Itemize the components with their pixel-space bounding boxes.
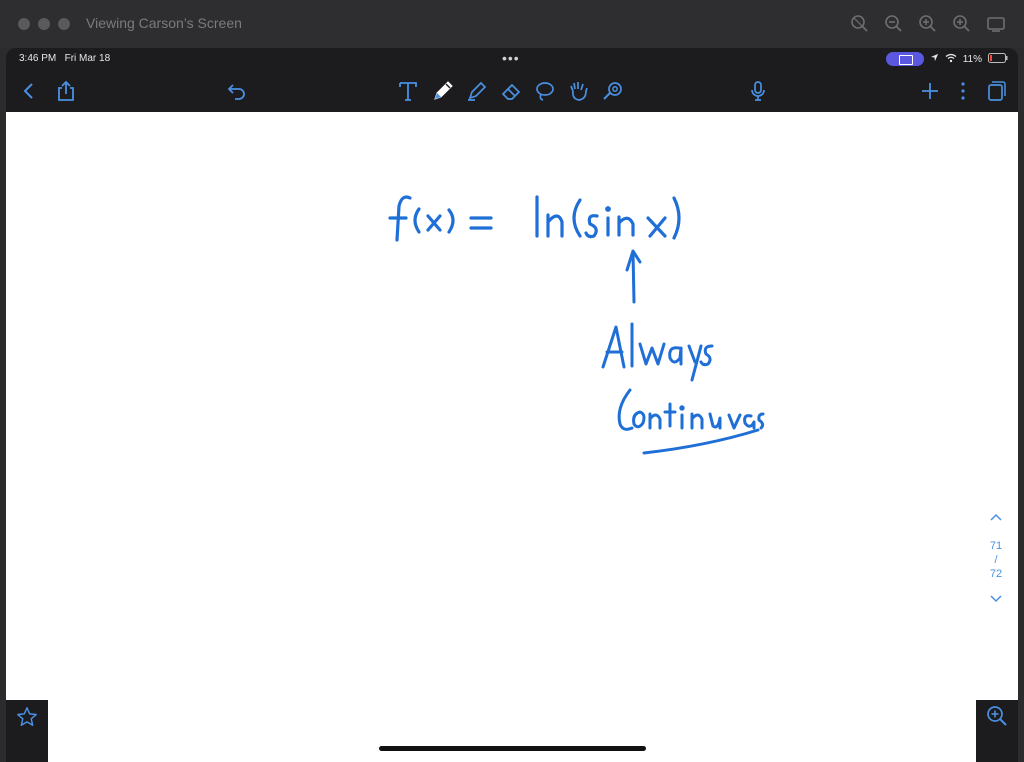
microphone-icon[interactable] <box>743 76 773 106</box>
favorites-panel <box>6 700 48 762</box>
pen-tool-icon[interactable] <box>428 76 458 106</box>
highlighter-tool-icon[interactable] <box>462 76 492 106</box>
location-icon <box>930 53 939 65</box>
text-tool-icon[interactable] <box>393 76 423 106</box>
screen-share-indicator[interactable] <box>885 52 924 66</box>
ink-arrow <box>625 249 642 304</box>
page-up-icon[interactable] <box>988 511 1004 525</box>
lasso-tool-icon[interactable] <box>530 76 560 106</box>
status-bar: 3:46 PM Fri Mar 18 ••• 11% <box>6 48 1018 70</box>
laser-pointer-icon[interactable] <box>598 76 628 106</box>
zoom-window-icon[interactable] <box>986 705 1008 732</box>
maximize-window-button[interactable] <box>58 18 70 30</box>
page-current: 71 <box>989 540 1003 552</box>
status-date: Fri Mar 18 <box>64 53 111 64</box>
zoom-reset-icon[interactable] <box>850 14 870 34</box>
page-total: 72 <box>989 568 1003 580</box>
canvas-bottom <box>48 700 976 762</box>
battery-icon <box>988 52 1008 66</box>
zoom-out-icon[interactable] <box>884 14 904 34</box>
star-icon[interactable] <box>16 706 38 733</box>
zoom-in-icon[interactable] <box>918 14 938 34</box>
note-canvas[interactable] <box>6 112 1018 700</box>
status-time: 3:46 PM <box>19 53 57 64</box>
shape-tool-icon[interactable] <box>564 76 594 106</box>
handwritten-ink <box>388 195 765 455</box>
page-indicator: 71 / 72 <box>988 511 1004 607</box>
ipad-screen: 3:46 PM Fri Mar 18 ••• 11% 71 / 72 <box>6 48 1018 762</box>
multitask-menu[interactable]: ••• <box>502 50 520 66</box>
back-icon[interactable] <box>14 76 44 106</box>
eraser-tool-icon[interactable] <box>496 76 526 106</box>
page-down-icon[interactable] <box>988 593 1004 607</box>
undo-icon[interactable] <box>222 76 252 106</box>
pages-icon[interactable] <box>980 76 1010 106</box>
minimize-window-button[interactable] <box>38 18 50 30</box>
zoom-controls <box>850 14 1006 34</box>
battery-percent: 11% <box>962 53 982 65</box>
zoom-fit-icon[interactable] <box>952 14 972 34</box>
display-icon[interactable] <box>986 14 1006 34</box>
ink-always <box>601 322 714 382</box>
close-window-button[interactable] <box>18 18 30 30</box>
share-icon[interactable] <box>51 76 81 106</box>
notes-toolbar <box>6 70 1018 112</box>
ink-continuous <box>617 388 765 455</box>
zoom-panel <box>976 700 1018 762</box>
window-title: Viewing Carson’s Screen <box>86 15 242 31</box>
mac-title-bar: Viewing Carson’s Screen <box>0 0 1024 48</box>
wifi-icon <box>945 53 957 66</box>
ink-function-line <box>388 195 681 242</box>
home-indicator[interactable] <box>379 746 646 751</box>
add-icon[interactable] <box>915 76 945 106</box>
page-separator: / <box>994 554 998 566</box>
more-icon[interactable] <box>948 76 978 106</box>
